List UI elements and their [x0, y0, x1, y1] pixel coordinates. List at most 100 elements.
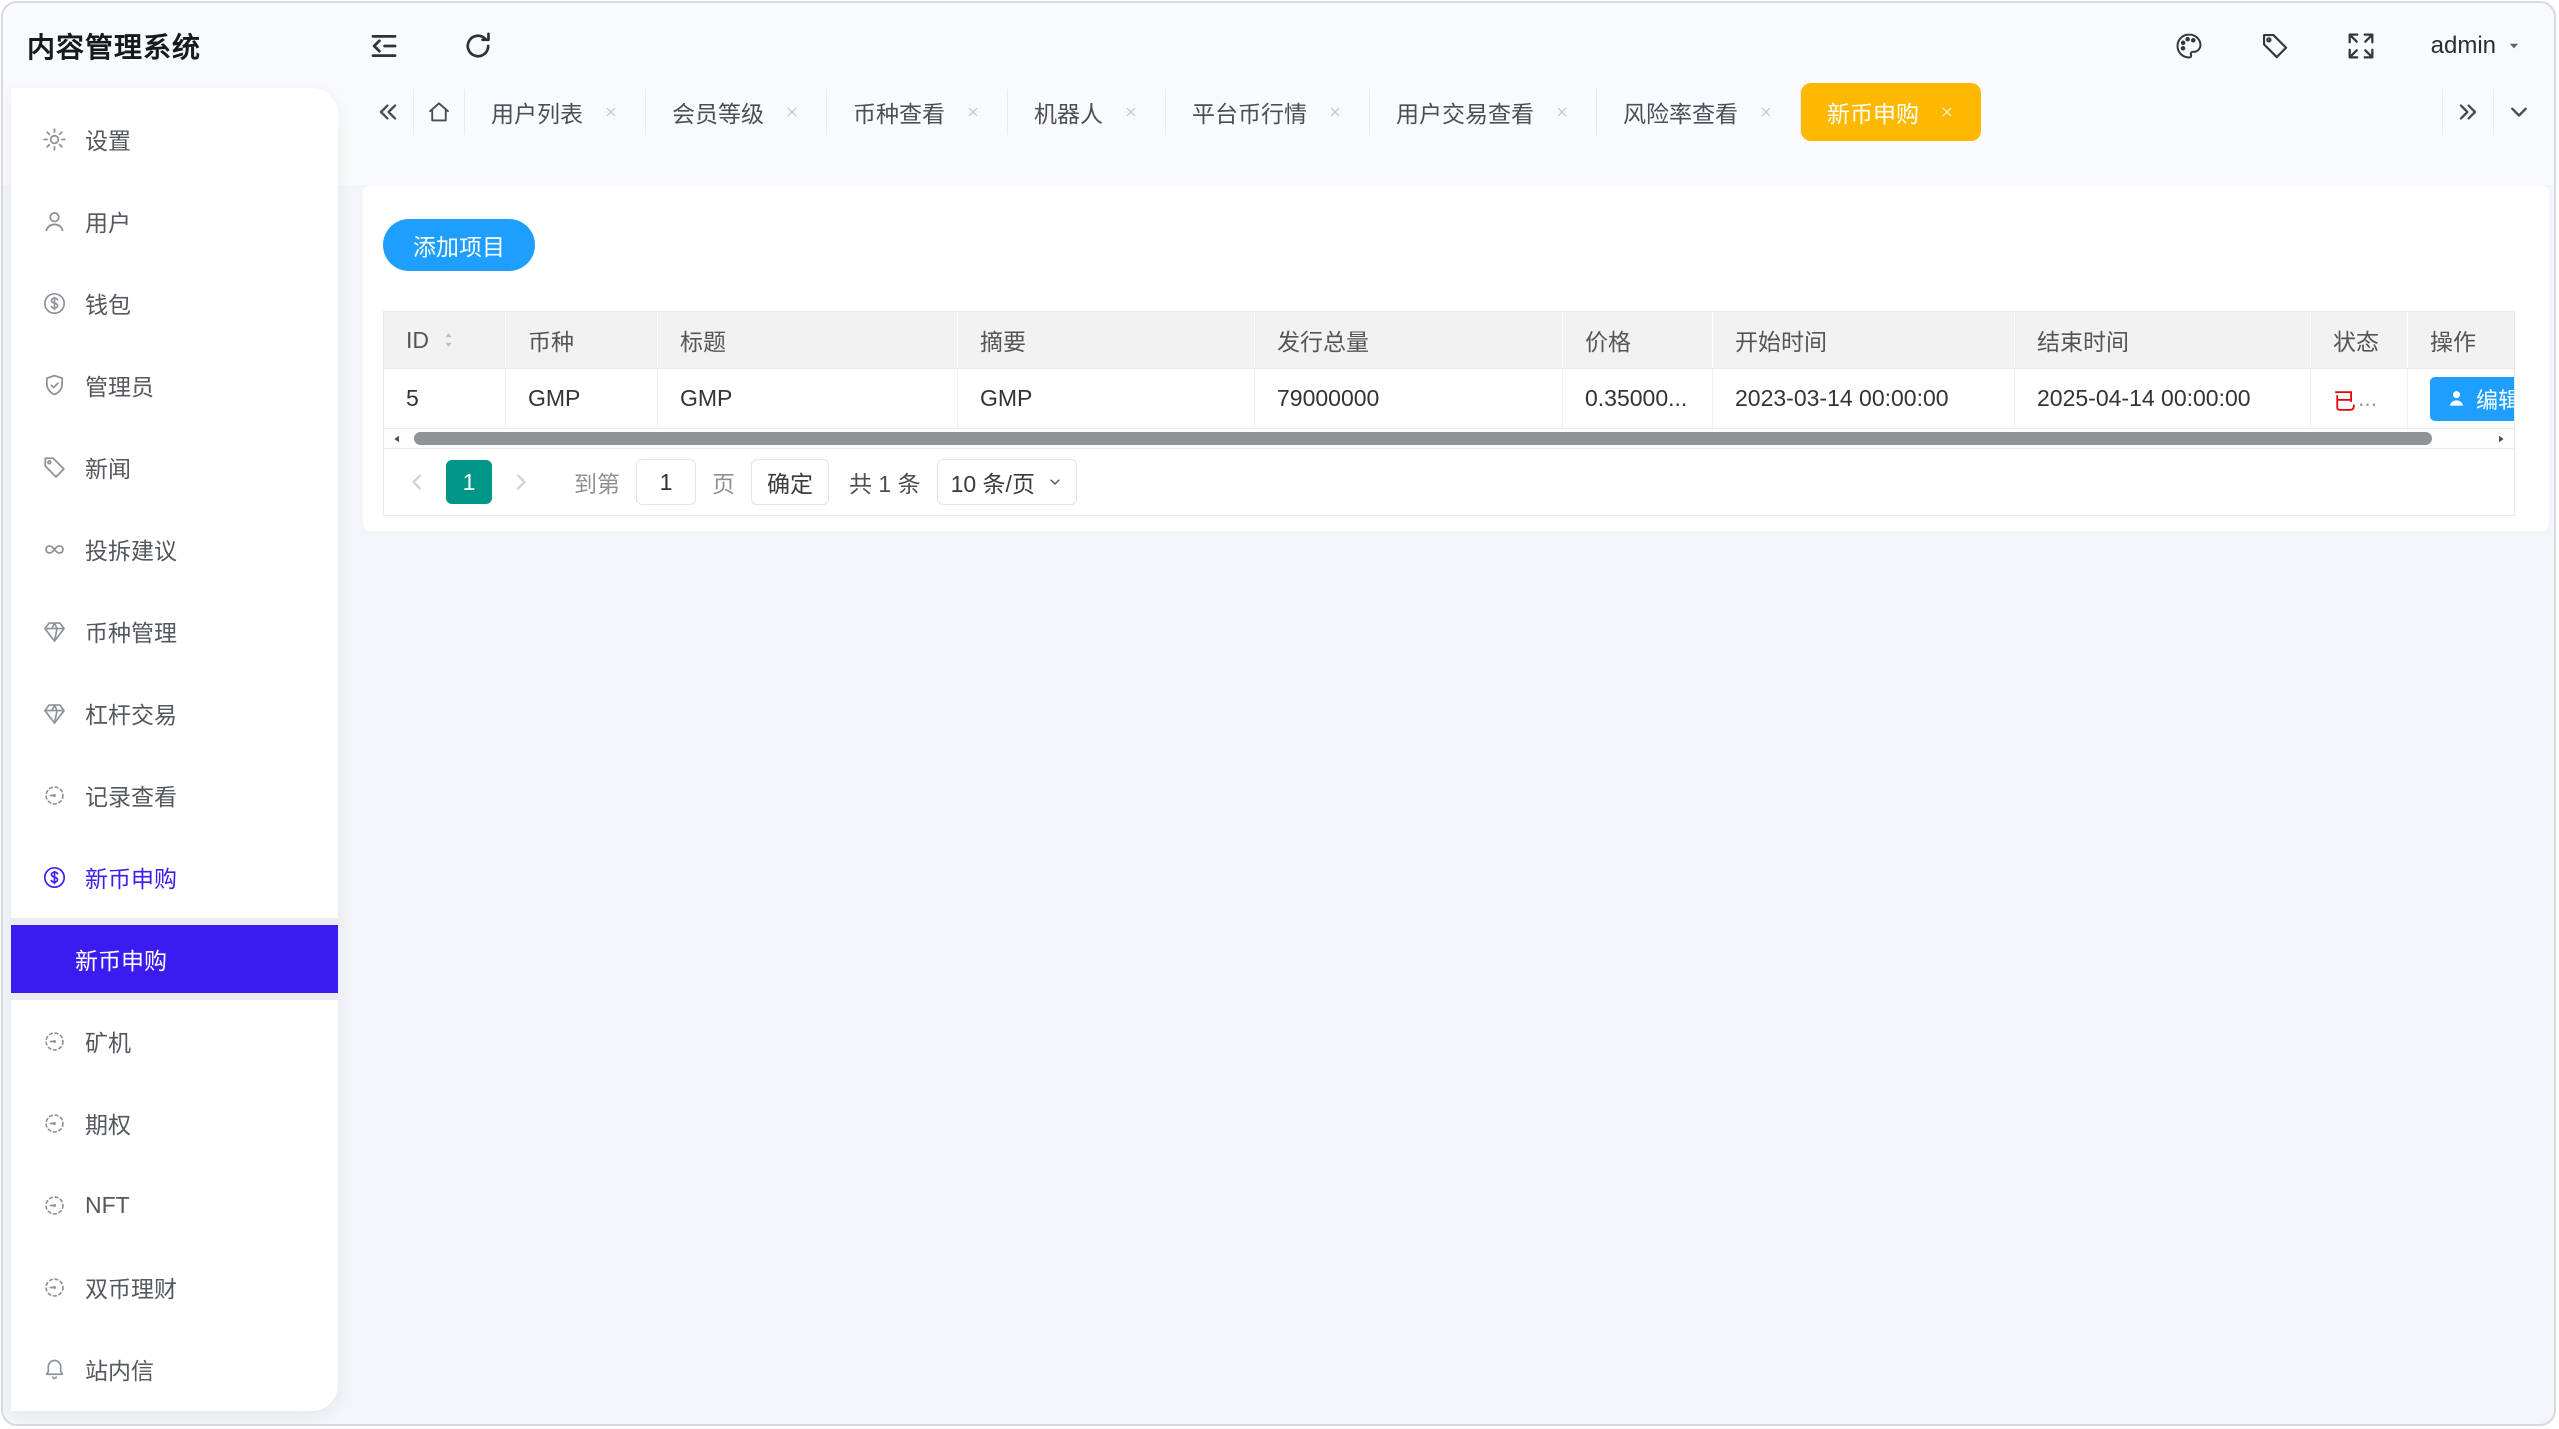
- sidebar-item-label: 记录查看: [85, 778, 177, 812]
- sidebar-menu: 设置 用户 钱包 管理员 新闻 投拆建议: [11, 88, 338, 1410]
- infinity-icon: [41, 536, 68, 563]
- tab-coin-view[interactable]: 币种查看: [827, 83, 1007, 141]
- sidebar-item-miner[interactable]: 矿机: [11, 1000, 338, 1082]
- scrollbar-thumb[interactable]: [414, 432, 2432, 445]
- bell-icon: [41, 1356, 68, 1383]
- tab-platform-coin-market[interactable]: 平台币行情: [1166, 83, 1369, 141]
- close-icon[interactable]: [603, 104, 619, 120]
- sidebar-item-dual-invest[interactable]: 双币理财: [11, 1246, 338, 1328]
- column-header-actions: 操作: [2408, 312, 2514, 368]
- tag-icon[interactable]: [2259, 30, 2291, 62]
- sidebar-item-coin-manage[interactable]: 币种管理: [11, 590, 338, 672]
- tab-new-coin-subscription[interactable]: 新币申购: [1801, 83, 1981, 141]
- sidebar-item-options[interactable]: 期权: [11, 1082, 338, 1164]
- sidebar-item-label: 钱包: [85, 286, 131, 320]
- sidebar-item-news[interactable]: 新闻: [11, 426, 338, 508]
- scrollbar-track[interactable]: [408, 431, 2490, 446]
- column-header-status: 状态: [2311, 312, 2408, 368]
- column-header-id[interactable]: ID: [384, 312, 506, 368]
- goto-page-input[interactable]: [636, 459, 696, 505]
- tabs-more-button[interactable]: [2494, 83, 2544, 141]
- tab-label: 新币申购: [1827, 95, 1919, 129]
- horizontal-scrollbar: [384, 428, 2514, 449]
- close-icon[interactable]: [1123, 104, 1139, 120]
- sidebar-item-nft[interactable]: NFT: [11, 1164, 338, 1246]
- close-icon[interactable]: [1939, 104, 1955, 120]
- gauge-icon: [41, 1192, 68, 1219]
- tab-label: 币种查看: [853, 95, 945, 129]
- sidebar-item-admins[interactable]: 管理员: [11, 344, 338, 426]
- gem-icon: [41, 618, 68, 645]
- sidebar-subitem-label: 新币申购: [75, 942, 167, 976]
- total-count-label: 共 1 条: [849, 465, 921, 499]
- scroll-left-arrow-icon[interactable]: [390, 432, 404, 446]
- cell-total-supply: 79000000: [1255, 369, 1563, 428]
- fullscreen-icon[interactable]: [2345, 30, 2377, 62]
- add-project-button[interactable]: 添加项目: [383, 219, 535, 271]
- sidebar-item-records[interactable]: 记录查看: [11, 754, 338, 836]
- dollar-circle-icon: [41, 864, 68, 891]
- sidebar-item-site-messages[interactable]: 站内信: [11, 1328, 338, 1410]
- sidebar-item-new-coin-subscription[interactable]: 新币申购: [11, 836, 338, 918]
- column-header-title: 标题: [658, 312, 958, 368]
- column-header-total-supply: 发行总量: [1255, 312, 1563, 368]
- current-page-button[interactable]: 1: [446, 460, 492, 504]
- sidebar-subitem-new-coin-subscription[interactable]: 新币申购: [11, 925, 338, 993]
- confirm-page-button[interactable]: 确定: [751, 459, 829, 505]
- sidebar-item-margin-trade[interactable]: 杠杆交易: [11, 672, 338, 754]
- close-icon[interactable]: [1554, 104, 1570, 120]
- edit-button[interactable]: 编辑: [2430, 377, 2514, 421]
- sidebar-item-users[interactable]: 用户: [11, 180, 338, 262]
- column-header-price: 价格: [1563, 312, 1713, 368]
- palette-icon[interactable]: [2173, 30, 2205, 62]
- tab-user-list[interactable]: 用户列表: [465, 83, 645, 141]
- tabs-scroll-right-button[interactable]: [2443, 83, 2493, 141]
- next-page-icon[interactable]: [508, 469, 534, 495]
- close-icon[interactable]: [1758, 104, 1774, 120]
- column-label: ID: [406, 327, 429, 354]
- refresh-icon[interactable]: [461, 29, 495, 63]
- data-table: ID 币种 标题 摘要 发行总量 价格 开始时间 结束时间 状态 操作 5 GM…: [383, 311, 2515, 516]
- shield-check-icon: [41, 372, 68, 399]
- sidebar-item-wallet[interactable]: 钱包: [11, 262, 338, 344]
- gauge-icon: [41, 782, 68, 809]
- close-icon[interactable]: [1327, 104, 1343, 120]
- user-icon: [41, 208, 68, 235]
- gem-icon: [41, 700, 68, 727]
- sidebar-item-label: 双币理财: [85, 1270, 177, 1304]
- cell-price: 0.35000...: [1563, 369, 1713, 428]
- column-header-summary: 摘要: [958, 312, 1255, 368]
- user-menu[interactable]: admin: [2431, 32, 2522, 60]
- sidebar-item-label: 新币申购: [85, 860, 177, 894]
- tab-label: 会员等级: [672, 95, 764, 129]
- cell-end-time: 2025-04-14 00:00:00: [2015, 369, 2311, 428]
- tab-robot[interactable]: 机器人: [1008, 83, 1165, 141]
- tab-user-trade-view[interactable]: 用户交易查看: [1370, 83, 1596, 141]
- gauge-icon: [41, 1110, 68, 1137]
- sort-icon[interactable]: [441, 329, 456, 351]
- tab-member-level[interactable]: 会员等级: [646, 83, 826, 141]
- tabs-scroll-left-button[interactable]: [363, 83, 413, 141]
- scroll-right-arrow-icon[interactable]: [2494, 432, 2508, 446]
- tab-label: 用户列表: [491, 95, 583, 129]
- page-size-label: 10 条/页: [951, 465, 1035, 499]
- tab-label: 风险率查看: [1623, 95, 1738, 129]
- menu-fold-icon[interactable]: [367, 29, 401, 63]
- table-row: 5 GMP GMP GMP 79000000 0.35000... 2023-0…: [384, 368, 2514, 428]
- gauge-icon: [41, 1028, 68, 1055]
- page-size-select[interactable]: 10 条/页: [937, 459, 1077, 505]
- home-icon: [425, 98, 453, 126]
- status-ellipsis: ...: [2358, 385, 2377, 412]
- column-header-coin: 币种: [506, 312, 658, 368]
- home-tab[interactable]: [414, 83, 464, 141]
- tab-label: 机器人: [1034, 95, 1103, 129]
- close-icon[interactable]: [784, 104, 800, 120]
- prev-page-icon[interactable]: [404, 469, 430, 495]
- sidebar-item-label: 新闻: [85, 450, 131, 484]
- sidebar-item-feedback[interactable]: 投拆建议: [11, 508, 338, 590]
- cell-start-time: 2023-03-14 00:00:00: [1713, 369, 2015, 428]
- close-icon[interactable]: [965, 104, 981, 120]
- tab-risk-rate-view[interactable]: 风险率查看: [1597, 83, 1800, 141]
- sidebar-item-settings[interactable]: 设置: [11, 98, 338, 180]
- sidebar-item-label: 投拆建议: [85, 532, 177, 566]
